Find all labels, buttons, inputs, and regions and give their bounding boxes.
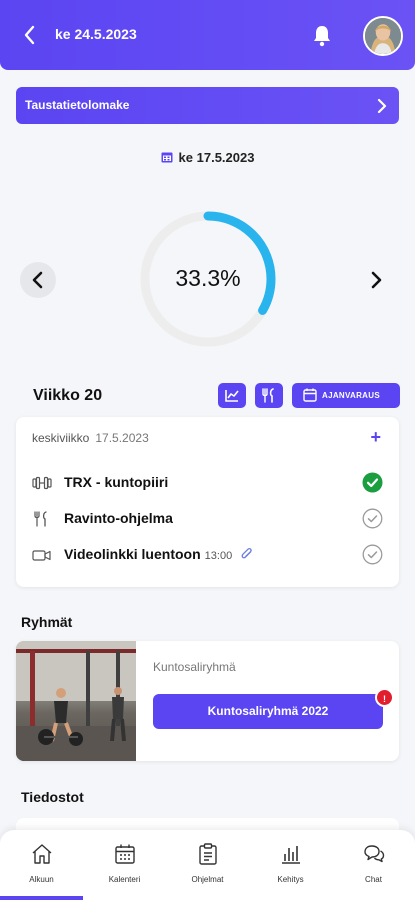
previous-day-button[interactable] [20, 262, 56, 298]
tab-label: Chat [365, 875, 382, 884]
gym-photo [16, 641, 136, 761]
calendar-icon [303, 388, 317, 402]
selected-date-row: ke 17.5.2023 [0, 150, 415, 165]
tab-label: Kalenteri [108, 875, 141, 884]
tab-label: Alkuun [29, 875, 54, 884]
bottom-tab-bar: Alkuun Kalenteri Ohjelmat Kehitys Chat [0, 830, 415, 900]
top-header: ke 24.5.2023 [0, 0, 415, 70]
bar-chart-icon [282, 846, 300, 864]
home-icon [32, 844, 52, 864]
tab-calendar[interactable]: Kalenteri [83, 830, 166, 900]
progress-percent: 33.3% [175, 265, 241, 291]
booking-label: AJANVARAUS [322, 391, 380, 400]
day-schedule-card: keskiviikko 17.5.2023 + TRX - kuntopiiri … [16, 417, 399, 587]
task-label: Videolinkki luentoon 13:00 [64, 546, 254, 562]
bell-icon[interactable] [310, 22, 334, 48]
next-day-button[interactable] [364, 266, 390, 294]
week-title: Viikko 20 [33, 387, 103, 404]
task-title: Videolinkki luentoon [64, 546, 201, 562]
tab-programs[interactable]: Ohjelmat [166, 830, 249, 900]
open-group-button[interactable]: Kuntosaliryhmä 2022 [153, 694, 383, 729]
notification-badge: ! [375, 688, 394, 707]
group-name: Kuntosaliryhmä [153, 660, 236, 674]
active-tab-indicator [0, 896, 83, 900]
clipboard-icon [199, 843, 217, 865]
background-form-banner[interactable]: Taustatietolomake [16, 87, 399, 124]
task-item[interactable]: TRX - kuntopiiri [16, 470, 399, 496]
day-header: keskiviikko 17.5.2023 [32, 431, 149, 445]
check-pending-icon[interactable] [362, 544, 383, 565]
calendar-icon [161, 152, 173, 163]
selected-date-label: ke 17.5.2023 [178, 150, 255, 165]
weekday-label: keskiviikko [32, 431, 90, 445]
task-label: TRX - kuntopiiri [64, 474, 169, 490]
dumbbell-icon [32, 476, 52, 490]
check-done-icon[interactable] [362, 472, 383, 493]
nutrition-button[interactable] [255, 383, 283, 408]
tab-label: Kehitys [277, 875, 304, 884]
user-avatar[interactable] [363, 16, 403, 56]
tab-home[interactable]: Alkuun [0, 830, 83, 900]
add-task-button[interactable]: + [370, 427, 381, 448]
groups-title: Ryhmät [21, 614, 73, 630]
cutlery-icon [34, 511, 47, 527]
tab-label: Ohjelmat [191, 875, 224, 884]
banner-label: Taustatietolomake [25, 98, 130, 112]
video-icon [32, 550, 51, 561]
chevron-left-icon [32, 271, 43, 289]
tab-chat[interactable]: Chat [332, 830, 415, 900]
task-item[interactable]: Ravinto-ohjelma [16, 506, 399, 532]
paperclip-icon[interactable] [240, 547, 254, 561]
task-time: 13:00 [204, 550, 233, 562]
chat-bubbles-icon [364, 845, 385, 863]
task-item[interactable]: Videolinkki luentoon 13:00 [16, 542, 399, 568]
day-date-label: 17.5.2023 [95, 431, 149, 445]
progress-chart-button[interactable] [218, 383, 246, 408]
chart-icon [225, 390, 239, 402]
tab-progress[interactable]: Kehitys [249, 830, 332, 900]
files-title: Tiedostot [21, 789, 84, 805]
cutlery-icon [262, 388, 274, 403]
task-label: Ravinto-ohjelma [64, 510, 173, 526]
calendar-icon [115, 844, 135, 864]
booking-button[interactable]: AJANVARAUS [292, 383, 400, 408]
group-card[interactable]: Kuntosaliryhmä Kuntosaliryhmä 2022 ! [16, 641, 399, 761]
back-chevron-icon[interactable] [18, 22, 42, 48]
check-pending-icon[interactable] [362, 508, 383, 529]
chevron-right-icon [377, 98, 387, 114]
header-date-title: ke 24.5.2023 [55, 26, 137, 42]
